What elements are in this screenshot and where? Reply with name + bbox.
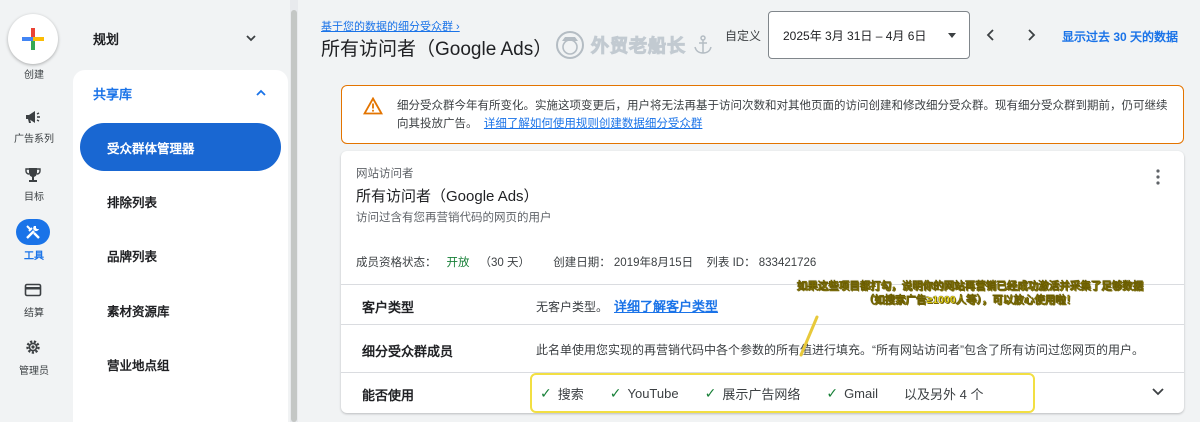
date-range-value: 2025年 3月 31日 – 4月 6日 xyxy=(783,28,927,43)
rail-label-campaigns[interactable]: 广告系列 xyxy=(0,130,68,145)
shared-library-card: 共享库 受众群体管理器 排除列表 品牌列表 素材资源库 营业地点组 xyxy=(73,70,288,422)
audience-type: 网站访问者 xyxy=(356,168,414,180)
warning-text: 细分受众群今年有所变化。实施这项变更后，用户将无法再基于访问次数和对其他页面的访… xyxy=(397,97,1172,133)
credit-card-icon xyxy=(24,283,42,297)
network-search: ✓ 搜索 xyxy=(540,384,584,403)
network-label: Gmail xyxy=(844,385,879,401)
expand-eligibility-button[interactable] xyxy=(1150,383,1166,404)
network-gmail: ✓ Gmail xyxy=(826,385,878,402)
network-label: 搜索 xyxy=(557,386,584,402)
chevron-down-icon xyxy=(1152,388,1164,396)
customer-type-value-wrap: 无客户类型。 详细了解客户类型 xyxy=(536,296,718,315)
members-value: 此名单使用您实现的再营销代码中各个参数的所有值进行填充。“所有网站访问者”包含了… xyxy=(536,343,1144,357)
tools-nav[interactable] xyxy=(16,219,50,245)
nav-item-brand-lists[interactable]: 品牌列表 xyxy=(80,231,281,279)
nav-shared-library-label: 共享库 xyxy=(93,86,133,102)
trophy-icon xyxy=(25,168,41,182)
warning-icon xyxy=(363,97,383,115)
annotation-note: 如果这些项目都打勾，说明你的网站再营销已经成功激活并采集了足够数据 （如搜索广告… xyxy=(780,279,1160,307)
nav-item-audience-manager[interactable]: 受众群体管理器 xyxy=(80,123,281,171)
next-period-button[interactable] xyxy=(1018,22,1044,48)
admin-nav[interactable] xyxy=(16,334,50,360)
nav-item-asset-library[interactable]: 素材资源库 xyxy=(80,286,281,334)
dropdown-arrow-icon xyxy=(948,33,956,38)
gear-icon xyxy=(26,340,40,354)
left-rail: 创建 广告系列 目标 工具 结算 管理员 xyxy=(0,0,68,422)
network-display: ✓ 展示广告网络 xyxy=(705,384,801,403)
chevron-up-icon xyxy=(256,89,266,96)
campaigns-nav[interactable] xyxy=(16,104,50,130)
rail-label-billing[interactable]: 结算 xyxy=(0,304,68,319)
date-range-selector[interactable]: 2025年 3月 31日 – 4月 6日 xyxy=(768,11,970,59)
audience-meta: 成员资格状态： 开放 （30 天） 创建日期： 2019年8月15日 列表 ID： … xyxy=(356,254,826,270)
membership-status-value: 开放 xyxy=(446,257,470,269)
tools-icon xyxy=(26,225,40,239)
network-label: 展示广告网络 xyxy=(722,386,801,402)
check-icon: ✓ xyxy=(609,384,622,401)
membership-duration: （30 天） xyxy=(479,257,531,269)
nav-item-exclusion-lists[interactable]: 排除列表 xyxy=(80,177,281,225)
megaphone-icon xyxy=(26,111,40,123)
billing-nav[interactable] xyxy=(16,277,50,303)
nav-shared-library-header[interactable]: 共享库 xyxy=(73,70,288,116)
warning-learn-more-link[interactable]: 详细了解如何使用规则创建数据细分受众群 xyxy=(484,118,703,130)
membership-status: 成员资格状态： 开放 （30 天） xyxy=(356,257,540,269)
customer-type-value: 无客户类型。 xyxy=(536,300,609,314)
show-last-30-days-link[interactable]: 显示过去 30 天的数据 xyxy=(1062,28,1178,45)
rail-label-admin[interactable]: 管理员 xyxy=(0,362,68,377)
network-more: 以及另外 4 个 xyxy=(904,386,984,402)
annotation-line-2: （如搜索广告≥1000人等），可以放心使用啦！ xyxy=(863,294,1077,306)
tools-nav-panel: 规划 共享库 受众群体管理器 排除列表 品牌列表 素材资源库 营业地点组 xyxy=(68,0,288,422)
nav-scrollbar[interactable] xyxy=(290,0,298,422)
nav-scrollbar-thumb[interactable] xyxy=(291,10,297,422)
warning-banner: 细分受众群今年有所变化。实施这项变更后，用户将无法再基于访问次数和对其他页面的访… xyxy=(341,85,1184,144)
network-youtube: ✓ YouTube xyxy=(610,385,679,402)
eligibility-networks-highlight: ✓ 搜索 ✓ YouTube ✓ 展示广告网络 ✓ Gmail 以及另外 4 个 xyxy=(530,373,1035,413)
create-label: 创建 xyxy=(24,70,44,81)
rail-label-goals[interactable]: 目标 xyxy=(0,188,68,203)
nav-planning-header[interactable]: 规划 xyxy=(68,14,278,62)
create-button[interactable] xyxy=(8,14,58,64)
list-id: 列表 ID： 833421726 xyxy=(706,257,817,269)
breadcrumb[interactable]: 基于您的数据的细分受众群 › xyxy=(321,18,460,34)
page-title: 所有访问者（Google Ads） xyxy=(321,39,553,60)
rail-label-tools[interactable]: 工具 xyxy=(0,247,68,262)
customer-type-learn-more-link[interactable]: 详细了解客户类型 xyxy=(614,299,718,314)
anchor-icon xyxy=(694,35,712,54)
goals-nav[interactable] xyxy=(16,162,50,188)
chevron-right-icon xyxy=(1028,29,1036,41)
chevron-down-icon xyxy=(246,35,256,42)
plus-icon xyxy=(22,28,44,50)
audience-name: 所有访问者（Google Ads） xyxy=(356,188,539,205)
watermark-text: 外贸老船长 xyxy=(591,36,686,57)
membership-status-label: 成员资格状态： xyxy=(356,257,437,269)
custom-range-label: 自定义 xyxy=(725,29,762,43)
annotation-line-1: 如果这些项目都打勾，说明你的网站再营销已经成功激活并采集了足够数据 xyxy=(796,280,1144,292)
more-options-button[interactable] xyxy=(1156,169,1160,190)
members-row: 细分受众群成员 此名单使用您实现的再营销代码中各个参数的所有值进行填充。“所有网… xyxy=(341,324,1184,372)
chevron-left-icon xyxy=(986,29,994,41)
watermark-logo: 外贸老船长 xyxy=(555,30,714,60)
members-label: 细分受众群成员 xyxy=(362,344,454,359)
captain-logo-icon xyxy=(556,31,584,59)
network-label: YouTube xyxy=(627,385,679,401)
eligibility-label: 能否使用 xyxy=(362,388,415,403)
customer-type-label: 客户类型 xyxy=(362,300,415,315)
created-date: 创建日期： 2019年8月15日 xyxy=(553,257,694,269)
nav-planning-label: 规划 xyxy=(93,31,120,47)
annotation-pointer xyxy=(799,315,819,357)
eligibility-row: 能否使用 ✓ 搜索 ✓ YouTube ✓ 展示广告网络 ✓ Gmail 以及另外 4 … xyxy=(341,372,1184,413)
check-icon: ✓ xyxy=(826,384,839,401)
audience-description: 访问过含有您再营销代码的网页的用户 xyxy=(356,212,552,224)
more-vert-icon xyxy=(1156,169,1160,185)
previous-period-button[interactable] xyxy=(978,22,1004,48)
check-icon: ✓ xyxy=(704,384,717,401)
nav-item-location-groups[interactable]: 营业地点组 xyxy=(80,340,281,388)
check-icon: ✓ xyxy=(540,384,552,401)
